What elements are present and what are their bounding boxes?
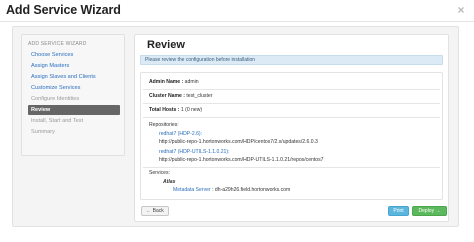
service-atlas-name: Atlas	[163, 179, 176, 185]
metadata-server-link[interactable]: Metadata Server	[173, 187, 211, 193]
total-hosts-row: Total Hosts : 1 (0 new)	[149, 107, 202, 113]
page-title: Review	[147, 39, 185, 51]
repositories-label: Repositories:	[149, 122, 179, 128]
total-hosts-value: 1 (0 new)	[180, 107, 203, 113]
sidebar-item-install-start-test: Install, Start and Test	[31, 118, 84, 124]
deploy-button[interactable]: Deploy →	[412, 206, 447, 216]
sidebar-item-configure-identities: Configure Identities	[31, 96, 80, 102]
admin-name-label: Admin Name :	[149, 79, 184, 85]
dialog-title: Add Service Wizard	[6, 3, 121, 17]
repo-hdp-link[interactable]: redhat7 (HDP-2.6):	[159, 131, 202, 137]
total-hosts-label: Total Hosts :	[149, 107, 180, 113]
sidebar-item-choose-services[interactable]: Choose Services	[28, 50, 120, 60]
repo-hdp-utils-url: http://public-repo-1.hortonworks.com/HDP…	[159, 157, 324, 163]
close-icon[interactable]: ×	[454, 3, 468, 17]
cluster-name-value: test_cluster	[186, 93, 213, 99]
sidebar-header: ADD SERVICE WIZARD	[28, 41, 87, 47]
sidebar-item-review[interactable]: Review	[28, 105, 120, 115]
services-label: Services:	[149, 170, 170, 176]
dialog-header: Add Service Wizard ×	[0, 0, 474, 22]
add-service-wizard-dialog: Add Service Wizard × ADD SERVICE WIZARD …	[0, 0, 474, 242]
cluster-name-row: Cluster Name : test_cluster	[149, 93, 212, 99]
review-summary-box: Admin Name : admin Cluster Name : test_c…	[140, 72, 443, 200]
divider	[143, 117, 440, 118]
sidebar-item-customize-services[interactable]: Customize Services	[28, 83, 120, 93]
cluster-name-label: Cluster Name :	[149, 93, 185, 99]
print-button[interactable]: Print	[388, 206, 409, 216]
sidebar-item-summary: Summary	[31, 129, 55, 135]
info-alert: Please review the configuration before i…	[140, 55, 443, 65]
wizard-steps-sidebar: ADD SERVICE WIZARD Choose Services Assig…	[21, 34, 125, 156]
review-content-panel: Review Please review the configuration b…	[134, 34, 449, 222]
repo-hdp-utils-link[interactable]: redhat7 (HDP-UTILS-1.1.0.21):	[159, 149, 230, 155]
sidebar-item-assign-masters[interactable]: Assign Masters	[28, 61, 120, 71]
divider	[143, 103, 440, 104]
wizard-body: ADD SERVICE WIZARD Choose Services Assig…	[12, 26, 459, 227]
service-atlas-component-row: Metadata Server : dh-a29h26.field.horton…	[173, 187, 290, 193]
admin-name-value: admin	[184, 79, 199, 85]
divider	[143, 167, 440, 168]
admin-name-row: Admin Name : admin	[149, 79, 199, 85]
divider	[143, 89, 440, 90]
metadata-server-host: : dh-a29h26.field.hortonworks.com	[212, 187, 291, 193]
sidebar-item-assign-slaves-and-clients[interactable]: Assign Slaves and Clients	[28, 72, 120, 82]
repo-hdp-url: http://public-repo-1.hortonworks.com/HDP…	[159, 139, 318, 145]
back-button[interactable]: ← Back	[141, 206, 169, 216]
